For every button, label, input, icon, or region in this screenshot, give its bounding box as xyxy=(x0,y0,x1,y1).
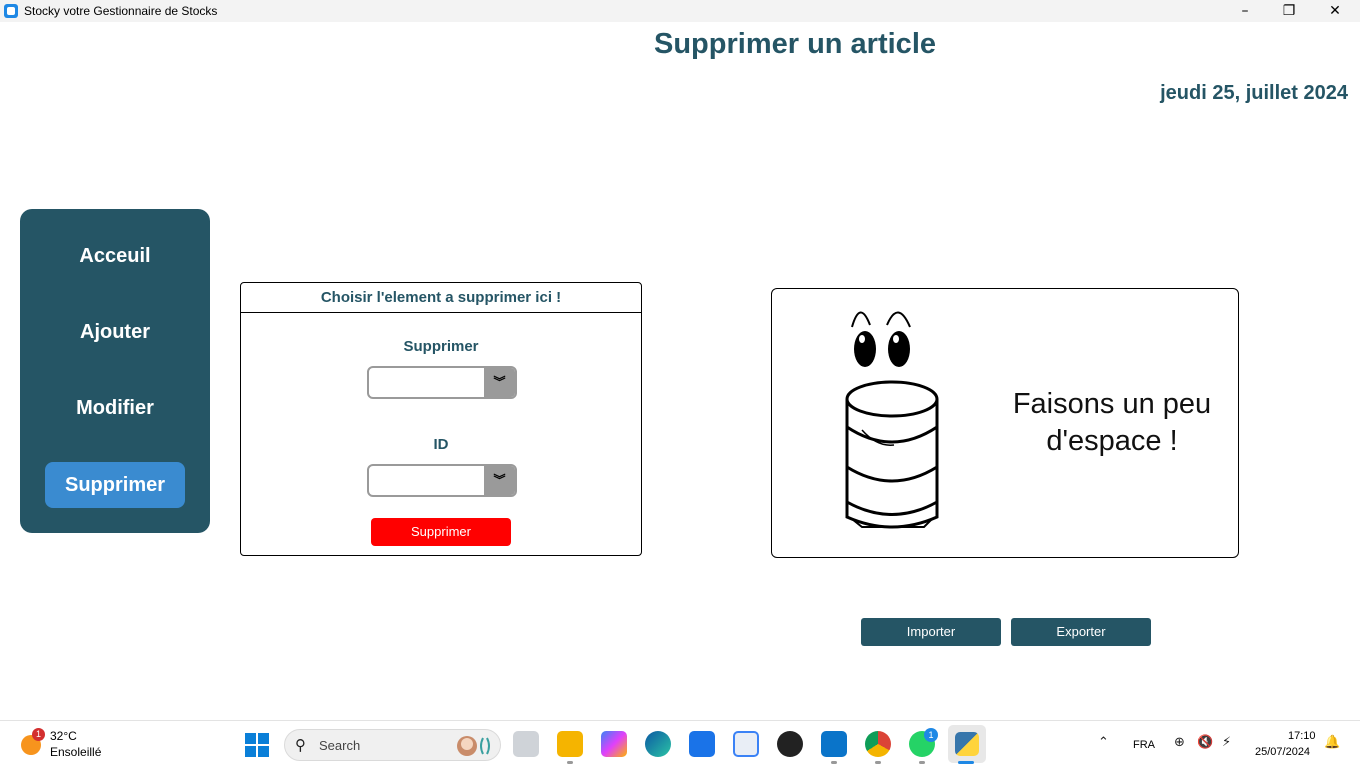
sidebar-item-acceuil[interactable]: Acceuil xyxy=(45,233,185,279)
clock-time[interactable]: 17:10 xyxy=(1288,730,1316,742)
import-button[interactable]: Importer xyxy=(861,618,1001,646)
delete-button[interactable]: Supprimer xyxy=(371,518,511,546)
id-label: ID xyxy=(433,436,449,453)
vscode-icon[interactable] xyxy=(821,731,847,757)
slogan-line-1: Faisons un peu xyxy=(1012,388,1212,420)
taskbar: 1 32°C Ensoleillé ⚲ Search 1 ⌃ FRA ⊕ 🔇 ⚡… xyxy=(0,720,1360,768)
edge-browser-icon[interactable] xyxy=(645,731,671,757)
chevron-down-icon[interactable]: ︾ xyxy=(484,368,515,397)
page-title: Supprimer un article xyxy=(653,28,936,60)
trash-can-illustration xyxy=(845,311,939,529)
chevron-down-icon[interactable]: ︾ xyxy=(484,466,515,495)
language-indicator[interactable]: FRA xyxy=(1133,739,1155,751)
close-button[interactable]: ✕ xyxy=(1312,0,1358,22)
form-header: Choisir l'element a supprimer ici ! xyxy=(241,283,641,313)
slogan-text: Faisons un peu d'espace ! xyxy=(997,386,1227,460)
copilot-icon[interactable] xyxy=(601,731,627,757)
inkscape-icon[interactable] xyxy=(777,731,803,757)
minimize-button[interactable]: – xyxy=(1222,0,1268,22)
weather-badge: 1 xyxy=(32,728,45,741)
running-indicator xyxy=(567,761,573,764)
search-placeholder: Search xyxy=(319,738,361,753)
notification-bell-icon[interactable]: 🔔 xyxy=(1324,735,1340,750)
sidebar-item-modifier[interactable]: Modifier xyxy=(45,385,185,431)
running-indicator xyxy=(919,761,925,764)
taskbar-search-input[interactable]: ⚲ Search xyxy=(284,729,501,761)
supprimer-dropdown[interactable]: ︾ xyxy=(367,366,517,399)
slogan-line-2: d'espace ! xyxy=(1046,425,1178,457)
app-icon xyxy=(4,4,18,18)
clock-date[interactable]: 25/07/2024 xyxy=(1255,746,1310,758)
python-icon[interactable] xyxy=(955,732,979,756)
window-titlebar: Stocky votre Gestionnaire de Stocks – ❐ … xyxy=(0,0,1360,22)
volume-muted-icon[interactable]: 🔇 xyxy=(1197,735,1213,750)
microsoft-store-icon[interactable] xyxy=(733,731,759,757)
file-explorer-icon[interactable] xyxy=(557,731,583,757)
chrome-icon[interactable] xyxy=(865,731,891,757)
export-button[interactable]: Exporter xyxy=(1011,618,1151,646)
battery-icon[interactable]: ⚡ xyxy=(1222,735,1231,750)
illustration-panel: Faisons un peu d'espace ! xyxy=(771,288,1239,558)
windows-start-icon[interactable] xyxy=(245,733,269,757)
maximize-button[interactable]: ❐ xyxy=(1266,0,1312,22)
id-dropdown[interactable]: ︾ xyxy=(367,464,517,497)
active-indicator xyxy=(958,761,974,764)
search-highlight-icon xyxy=(457,736,490,756)
running-indicator xyxy=(831,761,837,764)
network-icon[interactable]: ⊕ xyxy=(1174,735,1185,750)
delete-form-panel: Choisir l'element a supprimer ici ! Supp… xyxy=(240,282,642,556)
whatsapp-badge: 1 xyxy=(924,728,938,742)
sidebar-item-ajouter[interactable]: Ajouter xyxy=(45,309,185,355)
task-view-icon[interactable] xyxy=(513,731,539,757)
current-date: jeudi 25, juillet 2024 xyxy=(1160,82,1348,104)
tray-overflow-icon[interactable]: ⌃ xyxy=(1098,735,1109,750)
weather-temperature[interactable]: 32°C xyxy=(50,729,77,743)
sidebar-nav: Acceuil Ajouter Modifier Supprimer xyxy=(20,209,210,533)
weather-condition[interactable]: Ensoleillé xyxy=(50,745,101,759)
running-indicator xyxy=(875,761,881,764)
window-title: Stocky votre Gestionnaire de Stocks xyxy=(24,4,218,18)
sidebar-item-supprimer[interactable]: Supprimer xyxy=(45,462,185,508)
mail-icon[interactable] xyxy=(689,731,715,757)
search-icon: ⚲ xyxy=(295,736,306,754)
supprimer-label: Supprimer xyxy=(403,338,479,355)
